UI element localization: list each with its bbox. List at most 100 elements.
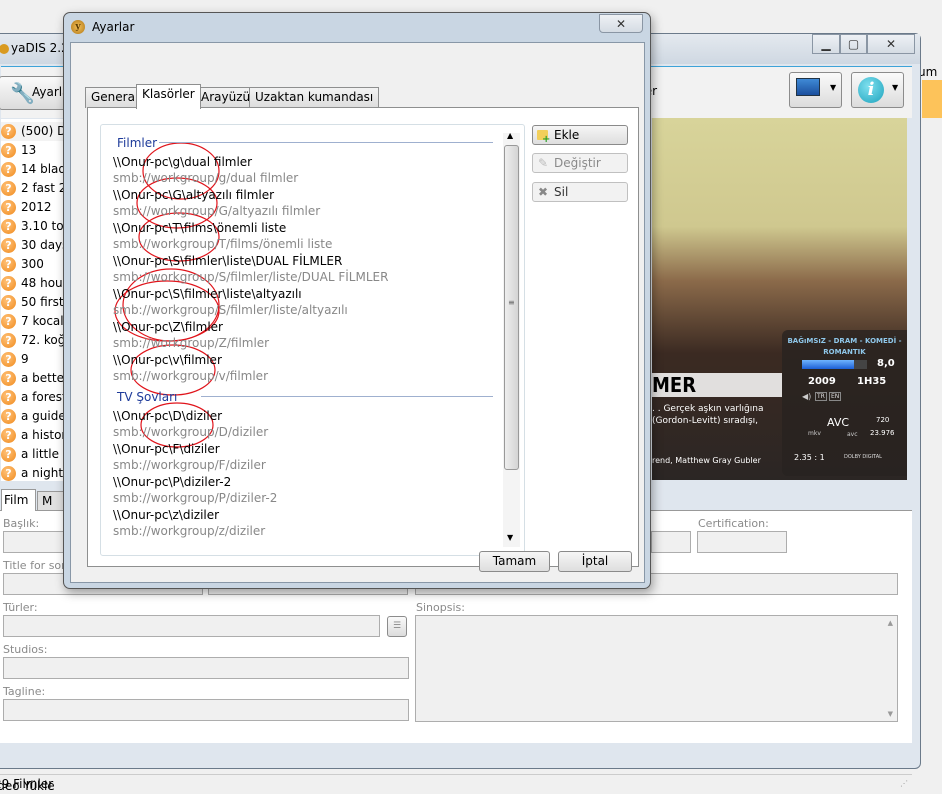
scroll-down-icon[interactable]: ▼ [888,710,893,718]
info-button[interactable]: i ▼ [851,72,904,108]
tab-arayuzu[interactable]: Arayüzü [195,87,257,108]
tab-uzaktan-kumandasi[interactable]: Uzaktan kumandası [249,87,380,108]
close-icon: ✕ [615,17,627,31]
unknown-status-icon: ? [1,162,16,177]
tab-klasorler[interactable]: Klasörler [136,84,201,109]
movie-title: 300 [21,257,44,271]
unknown-status-icon: ? [1,143,16,158]
cancel-label: İptal [581,554,609,568]
delete-x-icon: ✖ [538,185,549,199]
poster-title-band: MER [652,373,782,397]
delete-button[interactable]: ✖ Sil [532,182,628,202]
scroll-up-icon[interactable]: ▲ [888,619,893,627]
folder-path[interactable]: \\Onur-pc\Z\filmler [113,320,223,334]
folder-path[interactable]: \\Onur-pc\G\altyazılı filmler [113,188,274,202]
folder-path[interactable]: \\Onur-pc\S\filmler\liste\altyazılı [113,287,302,301]
tab-label: General [91,90,139,104]
synopsis-label: Sinopsis: [416,601,465,614]
unknown-status-icon: ? [1,238,16,253]
status-bar: 29 Filmler ⋰ [0,774,912,794]
folder-list[interactable]: ▲ ≡ ▼ Filmler \\Onur-pc\g\dual filmler s… [100,124,525,556]
fps-badge: 23.976 [870,429,895,437]
field-input[interactable] [651,531,691,553]
add-button[interactable]: + Ekle [532,125,628,145]
rating-bar-fill [802,360,854,369]
maximize-button[interactable]: ▢ [840,34,867,54]
settings-dialog: y Ayarlar ✕ General Klasörler Arayüzü Uz… [63,12,651,589]
minimize-button[interactable]: ▁ [812,34,840,54]
genres-input[interactable] [3,615,380,637]
movie-title: 2012 [21,200,52,214]
unknown-status-icon: ? [1,181,16,196]
unknown-status-icon: ? [1,276,16,291]
scroll-up-icon[interactable]: ▲ [507,131,513,140]
audio-format-badge: DOLBY DIGITAL [844,454,882,460]
app-logo-icon: y [71,20,85,34]
unknown-status-icon: ? [1,371,16,386]
folder-path[interactable]: \\Onur-pc\g\dual filmler [113,155,252,169]
tab-label: Uzaktan kumandası [255,90,374,104]
studios-input[interactable] [3,657,409,679]
dialog-body: General Klasörler Arayüzü Uzaktan kumand… [70,42,645,583]
folder-path[interactable]: \\Onur-pc\v\filmler [113,353,222,367]
edit-label: Değiştir [554,156,601,170]
movie-poster: MER . . Gerçek aşkın varlığına (Gordon-L… [652,118,907,480]
folder-smb-path: smb://workgroup/D/diziler [113,425,269,439]
main-close-button[interactable]: ✕ [867,34,915,54]
scrollbar[interactable]: ▲ ≡ ▼ [503,131,520,547]
edit-button[interactable]: ✎ Değiştir [532,153,628,173]
folder-smb-path: smb://workgroup/G/altyazılı filmler [113,204,321,218]
delete-label: Sil [554,185,569,199]
folder-smb-path: smb://workgroup/v/filmler [113,369,268,383]
movie-title: a guide [21,409,66,423]
resize-grip-icon[interactable]: ⋰ [900,779,908,788]
folder-path[interactable]: \\Onur-pc\z\diziler [113,508,219,522]
group-divider [159,142,493,143]
poster-genres: BAĞıMSıZ - DRAM - KOMEDİ - ROMANTIK [787,337,902,356]
sort-title-label: Title for sort [3,559,70,572]
folder-path[interactable]: \\Onur-pc\D\diziler [113,409,222,423]
genres-picker-button[interactable]: ☰ [387,616,407,637]
folder-smb-path: smb://workgroup/S/filmler/liste/altyazıl… [113,303,348,317]
scroll-down-icon[interactable]: ▼ [507,533,513,542]
unknown-status-icon: ? [1,428,16,443]
movie-title: 7 kocalı [21,314,67,328]
ok-button[interactable]: Tamam [479,551,550,572]
unknown-status-icon: ? [1,124,16,139]
dialog-close-button[interactable]: ✕ [599,14,643,33]
scrollbar-thumb[interactable]: ≡ [504,145,519,470]
dialog-title: Ayarlar [92,20,135,34]
unknown-status-icon: ? [1,390,16,405]
audio-lang: TR [815,392,827,401]
tagline-input[interactable] [3,699,409,721]
folder-path[interactable]: \\Onur-pc\S\filmler\liste\DUAL FİLMLER [113,254,342,268]
synopsis-textarea[interactable]: ▲ ▼ [415,615,898,722]
folders-panel: ▲ ≡ ▼ Filmler \\Onur-pc\g\dual filmler s… [87,107,639,567]
title-label: Başlık: [3,517,40,530]
audio-lang: EN [829,392,842,401]
poster-duration: 1H35 [857,376,887,387]
unknown-status-icon: ? [1,447,16,462]
folder-smb-path: smb://workgroup/g/dual filmler [113,171,299,185]
folder-path[interactable]: \\Onur-pc\P\diziler-2 [113,475,231,489]
folder-smb-path: smb://workgroup/F/diziler [113,458,266,472]
media-info-overlay: BAĞıMSıZ - DRAM - KOMEDİ - ROMANTIK 8,0 … [782,330,907,476]
unknown-status-icon: ? [1,314,16,329]
tab-label: Arayüzü [201,90,251,104]
upload-video-label: Video Yükle [0,779,55,793]
folder-smb-path: smb://workgroup/z/diziler [113,524,266,538]
unknown-status-icon: ? [1,200,16,215]
unknown-status-icon: ? [1,466,16,481]
certification-input[interactable] [697,531,787,553]
rating-bar [802,360,867,369]
tab-film[interactable]: Film [1,489,36,511]
main-window-title: yaDIS 2.2 [11,41,69,55]
folder-path[interactable]: \\Onur-pc\T\films\önemli liste [113,221,286,235]
movie-title: 9 [21,352,29,366]
unknown-status-icon: ? [1,295,16,310]
folder-path[interactable]: \\Onur-pc\F\diziler [113,442,220,456]
add-label: Ekle [554,128,580,142]
cancel-button[interactable]: İptal [558,551,632,572]
display-settings-button[interactable]: ▼ [789,72,842,108]
group-divider [201,396,493,397]
